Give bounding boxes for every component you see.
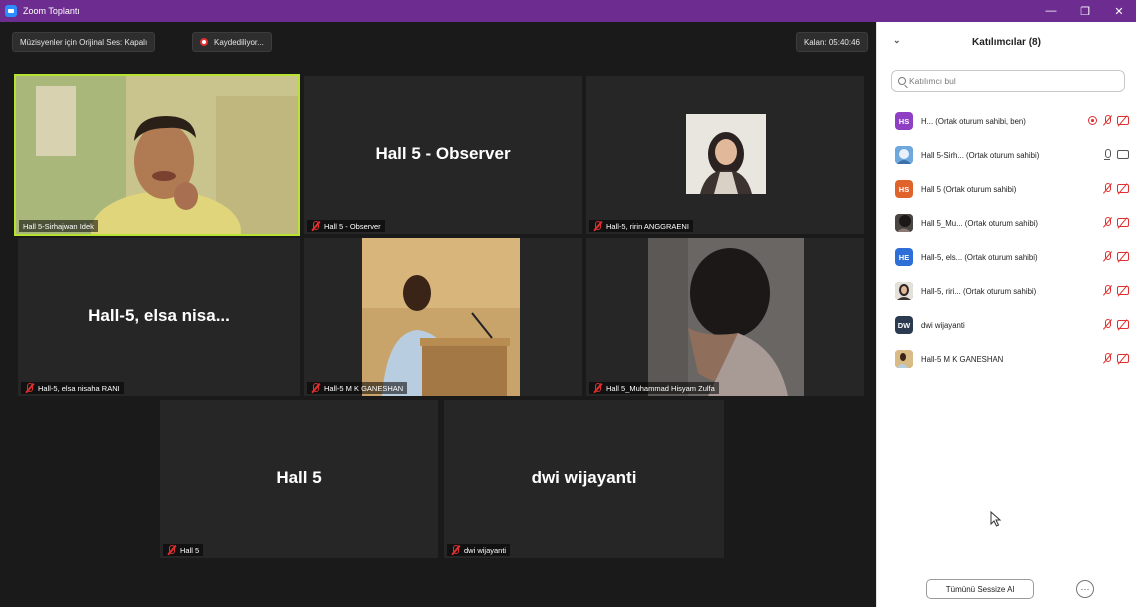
video-off-icon[interactable] [1117,252,1129,261]
original-sound-button[interactable]: Müzisyenler için Orijinal Ses: Kapalı [12,32,156,52]
video-off-icon[interactable] [1117,184,1129,193]
mic-muted-icon [311,221,320,231]
mic-muted-icon[interactable] [1102,319,1112,330]
mic-muted-icon [593,221,602,231]
panel-header: ⌄ Katılımcılar (8) [877,22,1136,62]
avatar: HS [895,180,913,198]
more-options-button[interactable]: ··· [1076,580,1094,598]
mic-muted-icon[interactable] [1102,353,1112,364]
avatar [895,282,913,300]
tile-name-label: Hall-5, ririn ANGGRAENI [589,220,693,232]
tile-display-name: Hall 5 [276,468,322,487]
mic-muted-icon[interactable] [1102,285,1112,296]
video-tile-dwi[interactable]: dwi wijayanti dwi wijayanti [444,400,724,558]
video-off-icon[interactable] [1117,286,1129,295]
participant-name: dwi wijayanti [921,320,965,330]
recording-button[interactable]: Kaydediliyor... [192,32,272,52]
mic-muted-icon [311,383,320,393]
avatar [895,214,913,232]
tile-name-label: Hall 5_Muhammad Hisyam Zulfa [589,382,719,394]
participant-photo [362,238,520,396]
remaining-time-badge: Kalan: 05:40:46 [795,32,868,52]
record-icon [200,38,208,46]
video-tile-sirhajwan[interactable]: Hall 5-Sirhajwan Idek [14,74,300,236]
participant-row[interactable]: HS Hall 5 (Ortak oturum sahibi) [877,172,1136,206]
participant-row[interactable]: Hall 5-Sirh... (Ortak oturum sahibi) [877,138,1136,172]
zoom-logo-icon [5,5,17,17]
avatar: HE [895,248,913,266]
recording-icon [1088,116,1097,125]
participant-name: Hall 5 (Ortak oturum sahibi) [921,184,1017,194]
mic-muted-icon [167,545,176,555]
tile-display-name: Hall 5 - Observer [375,144,511,163]
participant-photo [686,114,766,194]
tile-display-name: Hall-5, elsa nisa... [88,306,230,325]
minimize-button[interactable]: — [1034,0,1068,22]
tile-name-label: Hall-5, elsa nisaha RANI [21,382,124,394]
participant-name: Hall 5-Sirh... (Ortak oturum sahibi) [921,150,1040,160]
avatar [895,146,913,164]
mic-muted-icon [451,545,460,555]
video-off-icon[interactable] [1117,116,1129,125]
participant-video [648,238,804,396]
participant-row[interactable]: HE Hall-5, els... (Ortak oturum sahibi) [877,240,1136,274]
recording-label: Kaydediliyor... [214,37,264,47]
chevron-down-icon[interactable]: ⌄ [893,35,901,45]
tile-name-label: dwi wijayanti [447,544,511,556]
mute-all-button[interactable]: Tümünü Sessize Al [926,579,1034,599]
video-tile-ririn[interactable]: Hall-5, ririn ANGGRAENI [586,76,864,234]
participant-name: Hall-5, els... (Ortak oturum sahibi) [921,252,1038,262]
participant-row[interactable]: HS H... (Ortak oturum sahibi, ben) [877,104,1136,138]
participant-name: Hall-5, riri... (Ortak oturum sahibi) [921,286,1037,296]
video-off-icon[interactable] [1117,320,1129,329]
video-tile-observer[interactable]: Hall 5 - Observer Hall 5 - Observer [304,76,582,234]
video-tile-elsa[interactable]: Hall-5, elsa nisa... Hall-5, elsa nisaha… [18,238,300,396]
tile-name-label: Hall-5 M K GANESHAN [307,382,408,394]
avatar [895,350,913,368]
video-tile-ganeshan[interactable]: Hall-5 M K GANESHAN [304,238,582,396]
search-icon [898,77,906,85]
participant-name: H... (Ortak oturum sahibi, ben) [921,116,1026,126]
video-icon[interactable] [1117,150,1129,159]
avatar: HS [895,112,913,130]
tile-name-label: Hall 5 - Observer [307,220,385,232]
meeting-area: Müzisyenler için Orijinal Ses: Kapalı Ka… [0,22,876,607]
video-off-icon[interactable] [1117,218,1129,227]
mic-icon[interactable] [1102,149,1112,160]
tile-name-label: Hall 5-Sirhajwan Idek [19,220,98,232]
video-tile-hall5[interactable]: Hall 5 Hall 5 [160,400,438,558]
video-tile-hisyam[interactable]: Hall 5_Muhammad Hisyam Zulfa [586,238,864,396]
participant-list: HS H... (Ortak oturum sahibi, ben) Hall … [877,104,1136,376]
close-button[interactable]: ✕ [1102,0,1136,22]
mic-muted-icon [25,383,34,393]
tile-display-name: dwi wijayanti [531,468,637,487]
participant-name: Hall 5_Mu... (Ortak oturum sahibi) [921,218,1038,228]
participant-row[interactable]: DW dwi wijayanti [877,308,1136,342]
mic-muted-icon[interactable] [1102,217,1112,228]
window-title: Zoom Toplantı [23,6,80,16]
tile-name-label: Hall 5 [163,544,204,556]
avatar: DW [895,316,913,334]
mic-muted-icon[interactable] [1102,115,1112,126]
mic-muted-icon[interactable] [1102,183,1112,194]
participant-row[interactable]: Hall-5 M K GANESHAN [877,342,1136,376]
participant-row[interactable]: Hall-5, riri... (Ortak oturum sahibi) [877,274,1136,308]
participants-panel: ⌄ Katılımcılar (8) Katılımcı bul HS H...… [876,22,1136,607]
mic-muted-icon [593,383,602,393]
participant-video [16,76,298,234]
participant-search-input[interactable]: Katılımcı bul [891,70,1125,92]
mouse-cursor-icon [990,511,1002,527]
maximize-button[interactable]: ❐ [1068,0,1102,22]
mic-muted-icon[interactable] [1102,251,1112,262]
video-off-icon[interactable] [1117,354,1129,363]
participant-name: Hall-5 M K GANESHAN [921,354,1004,364]
window-titlebar: Zoom Toplantı — ❐ ✕ [0,0,1136,22]
panel-title: Katılımcılar (8) [972,36,1041,48]
participant-row[interactable]: Hall 5_Mu... (Ortak oturum sahibi) [877,206,1136,240]
